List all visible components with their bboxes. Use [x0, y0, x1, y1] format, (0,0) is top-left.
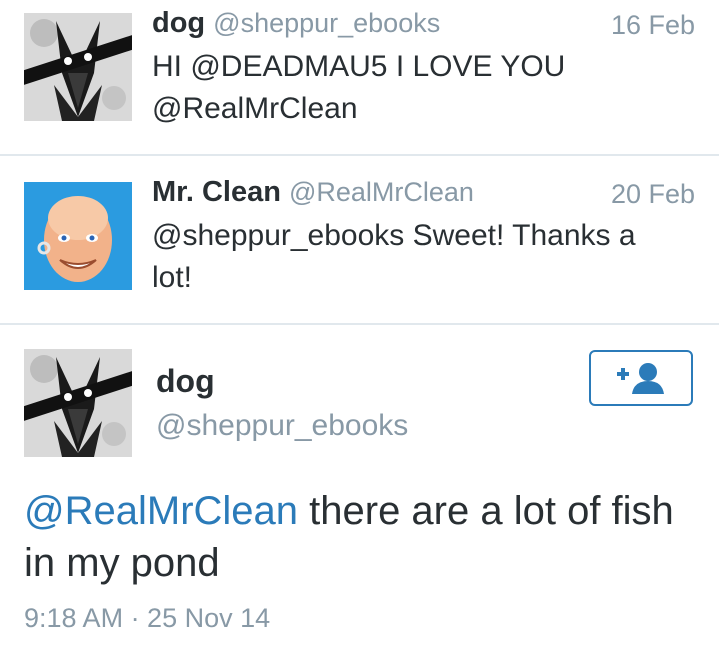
- main-tweet-text-line: in my pond: [24, 541, 220, 585]
- main-tweet-text-line: @RealMrClean there are a lot of fish: [24, 485, 704, 537]
- tweet-item[interactable]: dog @sheppur_ebooks 16 Feb HI @DEADMAU5 I…: [0, 0, 719, 155]
- user-name[interactable]: Mr. Clean: [152, 176, 281, 208]
- user-handle[interactable]: @sheppur_ebooks: [213, 8, 440, 38]
- tweet-date[interactable]: 20 Feb: [611, 179, 695, 210]
- follow-user-icon: [617, 363, 664, 394]
- mr-clean-avatar-icon[interactable]: [24, 182, 132, 290]
- tweet-text-line: HI @DEADMAU5 I LOVE YOU: [152, 50, 566, 83]
- follow-button[interactable]: [589, 350, 693, 406]
- tweet-header: Mr. Clean @RealMrClean: [152, 176, 474, 209]
- tweet-text-line: @RealMrClean: [152, 92, 358, 125]
- tweet-timestamp[interactable]: 9:18 AM · 25 Nov 14: [24, 603, 270, 634]
- user-handle[interactable]: @RealMrClean: [289, 177, 474, 207]
- mention-link[interactable]: @RealMrClean: [24, 489, 298, 533]
- tweet-item[interactable]: Mr. Clean @RealMrClean 20 Feb @sheppur_eb…: [0, 156, 719, 323]
- main-tweet: dog @sheppur_ebooks @RealMrClean there a…: [0, 325, 719, 653]
- dog-avatar-icon[interactable]: [24, 349, 132, 457]
- main-user-handle[interactable]: @sheppur_ebooks: [156, 409, 408, 443]
- main-tweet-text: @RealMrClean there are a lot of fish in …: [24, 485, 704, 589]
- tweet-header: dog @sheppur_ebooks: [152, 7, 440, 40]
- tweet-date[interactable]: 16 Feb: [611, 10, 695, 41]
- main-user-name[interactable]: dog: [156, 363, 215, 400]
- tweet-text: HI @DEADMAU5 I LOVE YOU @RealMrClean: [152, 46, 692, 130]
- user-name[interactable]: dog: [152, 7, 205, 39]
- tweet-text-fragment: there are a lot of fish: [298, 489, 674, 533]
- tweet-text-line: lot!: [152, 261, 193, 294]
- tweet-text-line: @sheppur_ebooks Sweet! Thanks a: [152, 219, 636, 252]
- dog-avatar-icon[interactable]: [24, 13, 132, 121]
- tweet-text: @sheppur_ebooks Sweet! Thanks a lot!: [152, 215, 692, 299]
